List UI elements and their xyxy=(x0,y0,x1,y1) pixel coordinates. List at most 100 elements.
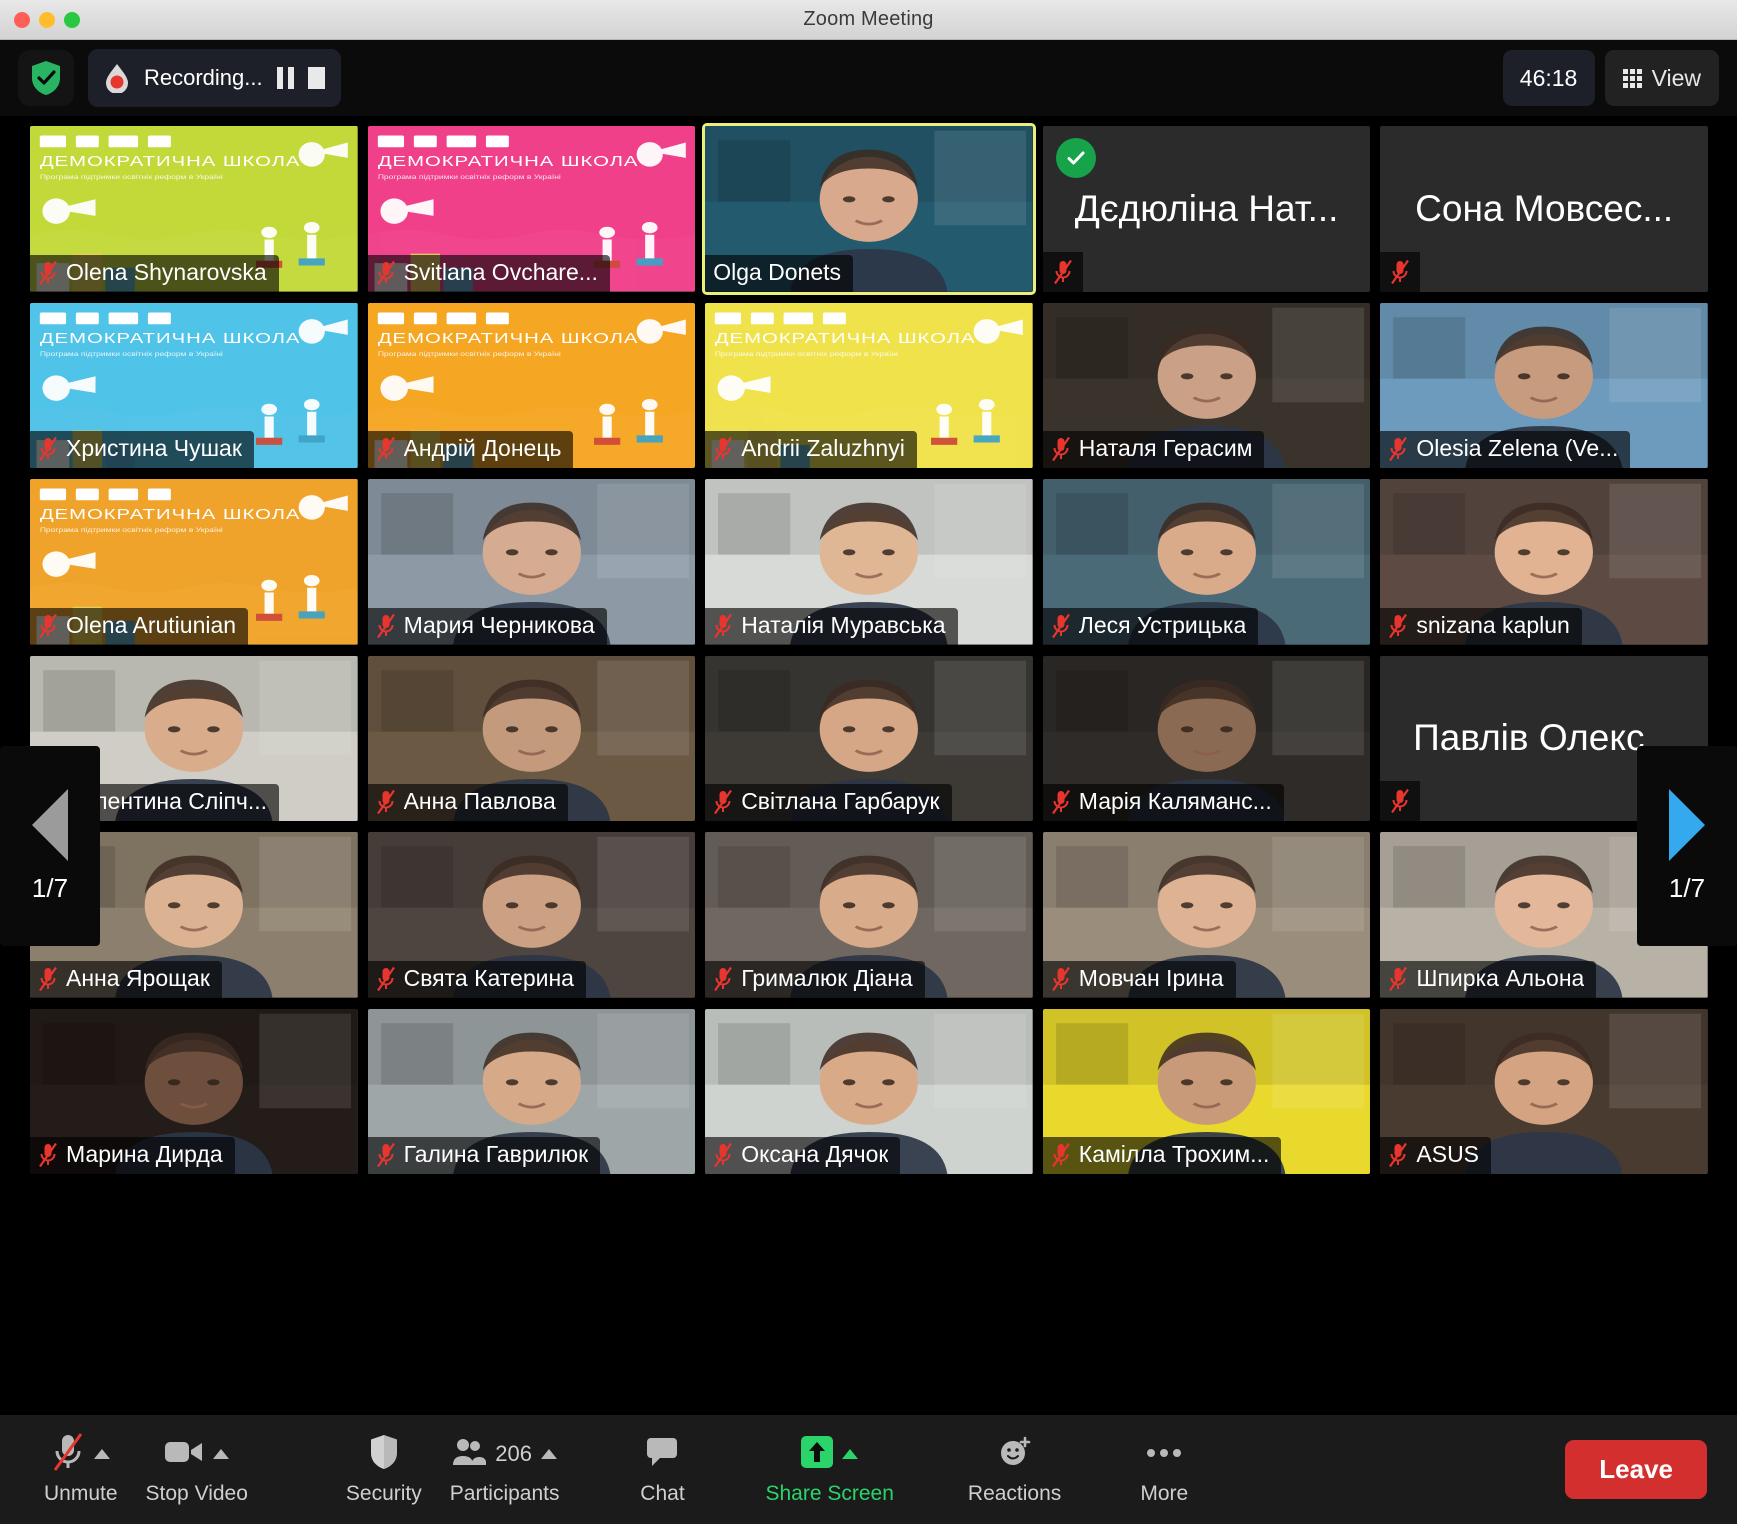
svg-text:Програма підтримки освітніх ре: Програма підтримки освітніх реформ в Укр… xyxy=(377,173,560,180)
leave-button[interactable]: Leave xyxy=(1565,1440,1707,1499)
participant-tile[interactable]: Сона Мовсес... xyxy=(1380,126,1708,292)
mic-off-icon xyxy=(1388,613,1408,639)
participant-name-bar: Мария Черникова xyxy=(367,607,607,645)
meeting-toolbar: Unmute Stop Video Security 206 Participants C… xyxy=(0,1414,1737,1524)
mic-off-icon xyxy=(376,966,396,992)
participant-tile[interactable]: Марина Дирда xyxy=(30,1008,358,1174)
participant-tile[interactable]: Марія Каляманс... xyxy=(1042,655,1371,821)
participant-name-bar: Наталія Муравська xyxy=(705,607,958,645)
pause-recording-button[interactable] xyxy=(276,67,294,89)
participant-name: Марина Дирда xyxy=(66,1142,223,1168)
encryption-shield-button[interactable] xyxy=(18,50,74,106)
toolbar-item-label: Stop Video xyxy=(145,1482,248,1505)
window-title: Zoom Meeting xyxy=(803,8,934,30)
participant-tile[interactable]: Грималюк Діана xyxy=(705,832,1033,998)
participant-tile[interactable]: Olesia Zelena (Ve... xyxy=(1380,302,1708,468)
mic-off-icon xyxy=(1051,966,1071,992)
participant-name: Наталія Муравська xyxy=(741,612,946,638)
participant-tile[interactable]: ASUS xyxy=(1380,1008,1708,1174)
mic-off-icon xyxy=(1388,436,1408,462)
toolbar-item-label: Chat xyxy=(640,1482,685,1505)
participant-name-bar: Olga Donets xyxy=(705,255,854,292)
participant-name-bar: Наталя Герасим xyxy=(1042,431,1265,468)
chevron-up-icon[interactable] xyxy=(842,1449,859,1459)
participant-tile[interactable]: ДЕМОКРАТИЧНА ШКОЛА Програма підтримки осв… xyxy=(367,302,696,468)
toolbar-more-button[interactable]: More xyxy=(1121,1433,1207,1506)
participant-tile[interactable]: Оксана Дячок xyxy=(705,1008,1033,1174)
view-label: View xyxy=(1651,64,1701,91)
participant-name-bar: Olena Arutiunian xyxy=(30,607,249,645)
participant-tile[interactable]: Анна Павлова xyxy=(367,655,696,821)
participant-tile[interactable]: ДЕМОКРАТИЧНА ШКОЛА Програма підтримки осв… xyxy=(367,126,696,292)
participant-tile[interactable]: Olga Donets xyxy=(702,123,1036,295)
toolbar-security-button[interactable]: Security xyxy=(332,1433,436,1506)
participant-name: ASUS xyxy=(1416,1142,1480,1168)
participant-tile[interactable]: Наталя Герасим xyxy=(1042,302,1371,468)
chevron-up-icon[interactable] xyxy=(213,1449,230,1459)
participant-tile[interactable]: Галина Гаврилюк xyxy=(367,1008,696,1174)
previous-page-button[interactable]: 1/7 xyxy=(0,746,100,946)
toolbar-chat-button[interactable]: Chat xyxy=(619,1433,705,1506)
shield-icon xyxy=(369,1434,399,1475)
participants-count: 206 xyxy=(495,1441,532,1466)
participant-name: Галина Гаврилюк xyxy=(403,1142,589,1168)
toolbar-reactions-button[interactable]: Reactions xyxy=(954,1433,1075,1506)
mic-off-icon xyxy=(376,260,396,286)
participant-name-bar: Леся Устрицька xyxy=(1042,607,1259,645)
participant-tile[interactable]: snizana kaplun xyxy=(1380,479,1708,645)
participant-name: Анна Павлова xyxy=(403,789,556,815)
reactions-icon xyxy=(998,1436,1032,1473)
toolbar-icon-row xyxy=(801,1433,859,1475)
share-screen-icon xyxy=(801,1435,834,1473)
participant-name: Svitlana Ovchare... xyxy=(403,259,598,285)
participant-tile[interactable]: ДЕМОКРАТИЧНА ШКОЛА Програма підтримки осв… xyxy=(705,302,1033,468)
chevron-up-icon[interactable] xyxy=(540,1449,557,1459)
participant-name-bar: Галина Гаврилюк xyxy=(367,1137,601,1174)
view-button[interactable]: View xyxy=(1604,50,1719,106)
stop-recording-button[interactable] xyxy=(307,67,325,89)
mic-off-icon xyxy=(1051,1142,1071,1168)
participant-name-bar: Світлана Гарбарук xyxy=(705,784,952,821)
participant-name: Olesia Zelena (Ve... xyxy=(1416,436,1619,462)
participant-tile[interactable]: Камілла Трохим... xyxy=(1042,1008,1371,1174)
mic-off-icon xyxy=(376,789,396,815)
participant-tile[interactable]: Мовчан Ірина xyxy=(1042,832,1371,998)
toolbar-participants-button[interactable]: 206 Participants xyxy=(436,1433,574,1506)
recording-indicator: Recording... xyxy=(88,49,341,107)
participant-tile[interactable]: ДЕМОКРАТИЧНА ШКОЛА Програма підтримки осв… xyxy=(30,479,358,645)
mic-off-icon xyxy=(1380,251,1421,292)
participant-tile[interactable]: ДЕМОКРАТИЧНА ШКОЛА Програма підтримки осв… xyxy=(30,126,358,292)
participant-tile[interactable]: Дєдюліна Нат... xyxy=(1042,126,1371,292)
participant-name-bar: snizana kaplun xyxy=(1380,607,1582,645)
next-page-button[interactable]: 1/7 xyxy=(1637,746,1737,946)
toolbar-stop-video-button[interactable]: Stop Video xyxy=(132,1433,262,1506)
mic-off-icon xyxy=(1051,613,1071,639)
toolbar-icon-row: 206 xyxy=(452,1433,557,1475)
chevron-up-icon[interactable] xyxy=(94,1449,111,1459)
participant-tile[interactable]: Наталія Муравська xyxy=(705,479,1033,645)
toolbar-share-screen-button[interactable]: Share Screen xyxy=(751,1433,907,1506)
participant-name: Мария Черникова xyxy=(403,612,595,638)
participant-name: Камілла Трохим... xyxy=(1078,1142,1270,1168)
participant-tile[interactable]: Леся Устрицька xyxy=(1042,479,1371,645)
zoom-meeting-window: Zoom Meeting Recording... 46:18 View ДЕМ… xyxy=(0,0,1737,1524)
mic-off-icon xyxy=(38,613,58,639)
meeting-timer: 46:18 xyxy=(1502,50,1595,106)
participant-tile[interactable]: Світлана Гарбарук xyxy=(705,655,1033,821)
pause-icon xyxy=(276,67,294,89)
participant-name-bar: Andrii Zaluzhnyi xyxy=(705,431,917,468)
participant-tile[interactable]: Мария Черникова xyxy=(367,479,696,645)
page-indicator-right: 1/7 xyxy=(1668,872,1706,903)
participant-name-bar: Olesia Zelena (Ve... xyxy=(1380,431,1631,468)
participant-name-bar: Olena Shynarovska xyxy=(30,254,279,292)
recording-dot-icon xyxy=(104,63,130,94)
participant-tile[interactable]: ДЕМОКРАТИЧНА ШКОЛА Програма підтримки осв… xyxy=(30,302,358,468)
meeting-topbar: Recording... 46:18 View xyxy=(0,40,1737,116)
window-titlebar: Zoom Meeting xyxy=(0,0,1737,40)
participant-tile[interactable]: Свята Катерина xyxy=(367,832,696,998)
mic-off-icon xyxy=(1051,789,1071,815)
toolbar-unmute-button[interactable]: Unmute xyxy=(30,1432,132,1506)
toolbar-icon-row xyxy=(998,1433,1032,1475)
mic-off-icon xyxy=(713,1142,733,1168)
svg-text:ДЕМОКРАТИЧНА ШКОЛА: ДЕМОКРАТИЧНА ШКОЛА xyxy=(377,153,638,170)
